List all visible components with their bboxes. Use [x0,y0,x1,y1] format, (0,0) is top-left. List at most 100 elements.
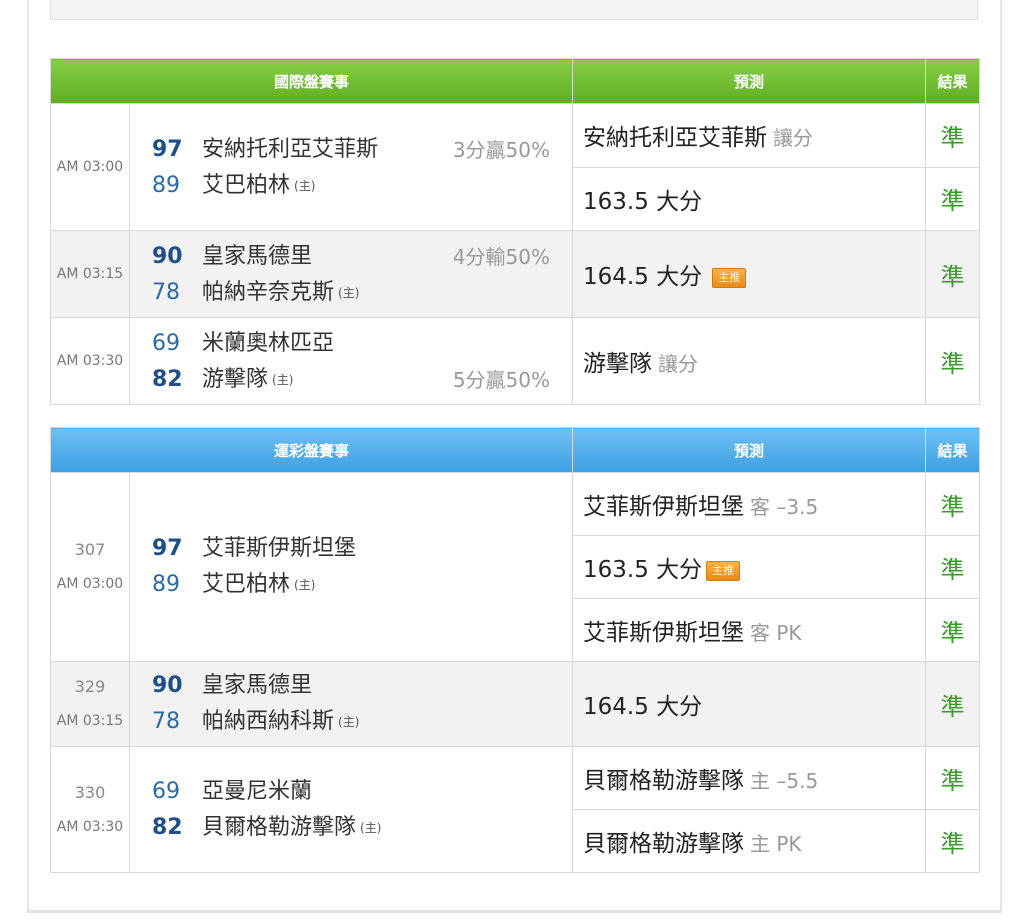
away-team: 安納托利亞艾菲斯 [202,137,379,162]
page-frame-right [1000,0,1002,912]
away-score: 97 [152,137,183,162]
prediction-sub: 客 –3.5 [750,495,819,519]
home-line: 89 艾巴柏林 (主) [130,567,572,603]
home-team-wrap: 游擊隊 (主) [202,362,293,398]
home-tag: (主) [338,286,360,300]
international-match-header: 國際盤賽事 [49,58,574,104]
home-team-wrap: 艾巴柏林 (主) [202,168,315,204]
lottery-table: 運彩盤賽事 預測 結果 307 AM 03:00 97 艾菲斯伊斯坦堡 89 艾… [49,427,981,873]
game-time: AM 03:30 [56,818,124,835]
home-team-wrap: 艾巴柏林 (主) [202,567,315,603]
result-cell: 準 [925,746,981,810]
home-score: 78 [152,709,180,734]
home-score: 82 [152,814,183,840]
handicap: 4分輸50% [452,245,551,269]
result-cell: 準 [925,598,981,662]
home-tag: (主) [294,179,316,193]
away-team: 米蘭奧林匹亞 [202,331,335,356]
prediction-cell: 艾菲斯伊斯坦堡客 PK [572,598,927,662]
home-team: 帕納辛奈克斯 [202,280,335,305]
game-time-cell: 329 AM 03:15 [50,661,130,747]
prediction-main: 164.5 大分 [583,264,703,290]
away-line: 97 艾菲斯伊斯坦堡 [130,531,572,567]
away-score: 97 [152,536,183,561]
page-frame-bottom [27,910,1002,913]
home-team: 帕納西納科斯 [202,709,335,734]
table-row: AM 03:30 69 米蘭奧林匹亞 82 游擊隊 (主) 5分贏50% 游擊隊讓… [50,317,981,405]
result-cell: 準 [925,166,981,231]
match-cell: 90 皇家馬德里 4分輸50% 78 帕納辛奈克斯 (主) [128,230,574,318]
away-team: 艾菲斯伊斯坦堡 [202,536,357,561]
prediction-cell: 貝爾格勒游擊隊主 PK [572,809,927,873]
international-table: 國際盤賽事 預測 結果 AM 03:00 97 安納托利亞艾菲斯 3分贏50% … [49,58,981,405]
result-cell: 準 [925,535,981,599]
home-line: 78 帕納辛奈克斯 (主) [130,275,572,311]
lottery-prediction-header: 預測 [572,427,927,473]
previous-panel-bottom [50,0,978,20]
prediction-cell: 164.5 大分 [572,661,927,747]
prediction-main: 艾菲斯伊斯坦堡 [583,620,745,646]
prediction-cell: 貝爾格勒游擊隊主 –5.5 [572,746,927,810]
game-time-cell: 330 AM 03:30 [50,746,130,873]
home-tag: (主) [294,578,316,592]
game-number: 307 [74,540,106,559]
result-cell: 準 [925,809,981,873]
prediction-main: 貝爾格勒游擊隊 [583,831,745,857]
game-time: AM 03:00 [56,159,124,175]
prediction-main: 安納托利亞艾菲斯 [583,125,768,152]
recommend-badge: 主推 [706,560,741,581]
lottery-header-row: 運彩盤賽事 預測 結果 [49,427,981,473]
home-tag: (主) [360,820,382,835]
away-team: 皇家馬德里 [202,244,313,269]
table-row: AM 03:15 90 皇家馬德里 4分輸50% 78 帕納辛奈克斯 (主) 16… [50,230,981,318]
away-score: 90 [152,244,183,269]
game-time-cell: AM 03:15 [50,230,130,318]
handicap: 5分贏50% [452,368,551,392]
away-score: 69 [152,331,180,356]
prediction-main: 游擊隊 [583,351,653,377]
table-row: 307 AM 03:00 97 艾菲斯伊斯坦堡 89 艾巴柏林 (主) 艾菲斯伊斯… [50,472,981,662]
away-team: 皇家馬德里 [202,673,313,698]
result-cell: 準 [925,317,981,405]
lottery-match-header: 運彩盤賽事 [49,427,574,473]
page-frame-left [27,0,29,912]
table-row: 330 AM 03:30 69 亞曼尼米蘭 82 貝爾格勒游擊隊 (主) 貝爾格勒… [50,746,981,873]
home-line: 82 游擊隊 (主) 5分贏50% [130,362,572,398]
game-time: AM 03:00 [56,576,124,592]
home-team: 貝爾格勒游擊隊 [202,814,357,840]
home-team-wrap: 帕納辛奈克斯 (主) [202,275,359,311]
home-team: 艾巴柏林 [202,572,291,597]
prediction-sub: 讓分 [658,352,699,376]
away-line: 90 皇家馬德里 4分輸50% [130,239,572,275]
home-score: 78 [152,280,180,305]
away-team: 亞曼尼米蘭 [202,778,313,804]
match-cell: 97 安納托利亞艾菲斯 3分贏50% 89 艾巴柏林 (主) [128,103,574,231]
away-score: 90 [152,673,183,698]
home-tag: (主) [338,715,360,729]
prediction-cell: 164.5 大分 主推 [572,230,927,318]
prediction-main: 163.5 大分 [583,557,703,583]
game-time-cell: AM 03:30 [50,317,130,405]
match-cell: 90 皇家馬德里 78 帕納西納科斯 (主) [128,661,574,747]
table-row: 329 AM 03:15 90 皇家馬德里 78 帕納西納科斯 (主) 164.5… [50,661,981,747]
prediction-sub: 客 PK [750,621,802,645]
game-time: AM 03:15 [56,266,124,282]
prediction-cell: 艾菲斯伊斯坦堡客 –3.5 [572,472,927,536]
home-line: 82 貝爾格勒游擊隊 (主) [130,810,572,846]
international-result-header: 結果 [925,58,981,104]
away-line: 69 米蘭奧林匹亞 [130,326,572,362]
prediction-main: 艾菲斯伊斯坦堡 [583,494,745,520]
game-time: AM 03:30 [56,353,124,369]
prediction-main: 163.5 大分 [583,188,703,215]
away-line: 90 皇家馬德里 [130,668,572,704]
home-tag: (主) [272,373,294,387]
match-cell: 69 米蘭奧林匹亞 82 游擊隊 (主) 5分贏50% [128,317,574,405]
game-number: 329 [74,677,106,696]
away-line: 69 亞曼尼米蘭 [130,774,572,810]
recommend-badge: 主推 [712,267,747,288]
game-number: 330 [74,782,106,802]
result-cell: 準 [925,472,981,536]
prediction-sub: 讓分 [773,126,814,151]
prediction-sub: 主 –5.5 [750,769,819,793]
lottery-result-header: 結果 [925,427,981,473]
